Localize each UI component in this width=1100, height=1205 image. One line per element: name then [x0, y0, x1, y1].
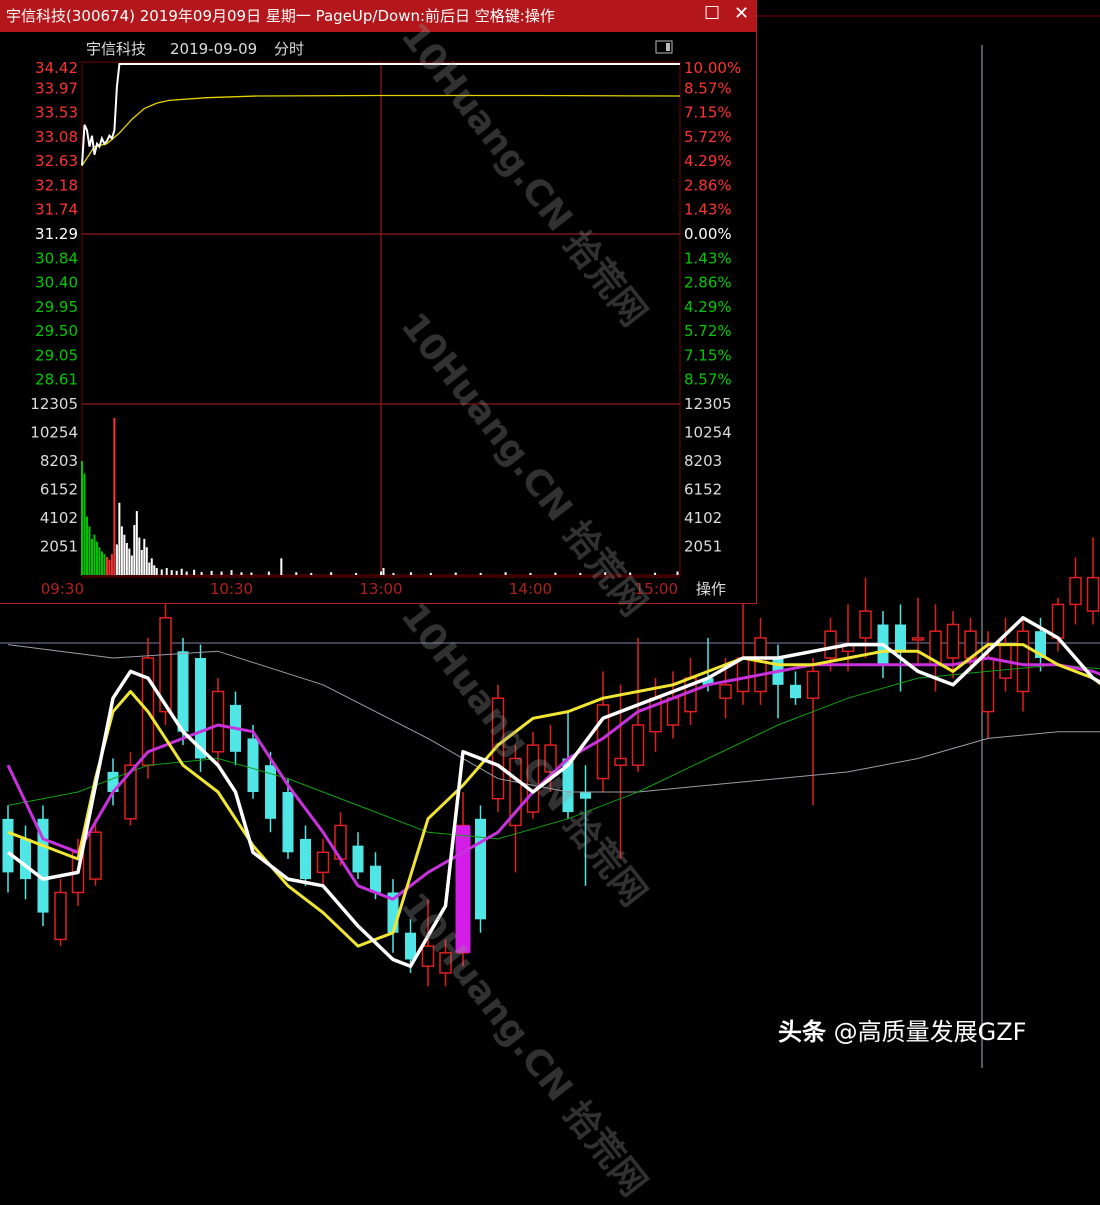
volume-tick-label-right: 2051: [684, 538, 722, 556]
candle-body: [859, 610, 872, 639]
percent-tick-label: 1.43%: [684, 201, 732, 219]
candle-body: [580, 792, 591, 799]
candle-body: [439, 952, 452, 974]
price-tick-label: 32.18: [35, 176, 78, 194]
volume-tick-label: 12305: [30, 395, 78, 413]
percent-tick-label: 5.72%: [684, 322, 732, 340]
volume-tick-label: 6152: [40, 481, 78, 499]
candle-body: [89, 831, 102, 880]
candle-body: [790, 684, 801, 699]
price-tick-label: 31.29: [35, 225, 78, 243]
candle-body: [806, 670, 820, 699]
chart-date: 2019-09-09: [170, 40, 257, 58]
candle-body: [405, 932, 416, 960]
intraday-chart: 宇信科技 2019-09-09 分时 操作 34.42 33.97 33.53 33.…: [30, 40, 741, 598]
candle-body: [1016, 630, 1030, 693]
price-tick-label: 32.63: [35, 152, 78, 170]
intraday-popup-window[interactable]: 宇信科技(300674) 2019年09月09日 星期一 PageUp/Down…: [0, 0, 757, 604]
candle-body: [911, 637, 925, 641]
candle-body: [981, 657, 995, 713]
price-tick-label: 29.95: [35, 298, 78, 316]
candle-body: [2, 818, 14, 873]
candle-body: [54, 891, 67, 941]
candle-body: [20, 838, 31, 880]
highlight-candle-body: [455, 825, 471, 953]
candle-body: [1069, 576, 1082, 606]
candle-body: [211, 690, 225, 753]
volume-tick-label-right: 10254: [684, 424, 732, 442]
time-tick-label: 10:30: [210, 580, 253, 598]
percent-tick-label: 2.86%: [684, 274, 732, 292]
time-tick-label: 13:00: [359, 580, 402, 598]
operate-label[interactable]: 操作: [696, 580, 726, 598]
candle-body: [370, 865, 381, 893]
window-title: 宇信科技(300674) 2019年09月09日 星期一 PageUp/Down…: [6, 7, 555, 25]
panel-toggle-icon[interactable]: [655, 40, 673, 54]
percent-tick-label: 7.15%: [684, 104, 732, 122]
candle-body: [736, 657, 750, 693]
candle-body: [316, 851, 330, 874]
volume-tick-label: 8203: [40, 452, 78, 470]
price-tick-label: 33.08: [35, 128, 78, 146]
time-tick-label: 14:00: [509, 580, 552, 598]
price-tick-label: 30.84: [35, 249, 78, 267]
window-title-bar[interactable]: 宇信科技(300674) 2019年09月09日 星期一 PageUp/Down…: [0, 0, 756, 32]
stock-name: 宇信科技: [86, 40, 146, 58]
time-tick-label: 09:30: [41, 580, 84, 598]
candle-body: [631, 724, 645, 766]
volume-tick-label-right: 8203: [684, 452, 722, 470]
percent-tick-label: 5.72%: [684, 128, 732, 146]
percent-tick-label: 4.29%: [684, 152, 732, 170]
percent-tick-label: 2.86%: [684, 176, 732, 194]
volume-tick-label-right: 4102: [684, 509, 722, 527]
price-tick-label: 34.42: [35, 59, 78, 77]
price-tick-label: 33.97: [35, 79, 78, 97]
candle-body: [475, 818, 486, 920]
volume-tick-label: 2051: [40, 538, 78, 556]
candle-body: [282, 792, 294, 853]
price-tick-label: 30.40: [35, 274, 78, 292]
credit-handle: @高质量发展GZF: [833, 1018, 1027, 1046]
price-tick-label: 31.74: [35, 201, 78, 219]
percent-tick-label: 7.15%: [684, 346, 732, 364]
candle-body: [666, 697, 680, 726]
price-tick-label: 28.61: [35, 371, 78, 389]
percent-tick-label: 4.29%: [684, 298, 732, 316]
candle-body: [719, 684, 732, 699]
candle-body: [614, 757, 627, 766]
candle-body: [544, 744, 557, 773]
candle-body: [247, 738, 259, 792]
volume-tick-label-right: 12305: [684, 395, 732, 413]
price-tick-label: 29.50: [35, 322, 78, 340]
candle-body: [421, 945, 435, 967]
candle-body: [824, 630, 837, 659]
percent-tick-label: 0.00%: [684, 225, 732, 243]
volume-tick-label-right: 6152: [684, 481, 722, 499]
candle-body: [946, 623, 960, 659]
percent-tick-label: 10.00%: [684, 59, 741, 77]
candle-body: [1086, 576, 1100, 612]
credit-watermark: 头条 @高质量发展GZF: [778, 1012, 1026, 1047]
chart-period: 分时: [274, 40, 304, 58]
candle-body: [895, 624, 906, 652]
percent-tick-label: 8.57%: [684, 371, 732, 389]
price-tick-label: 33.53: [35, 104, 78, 122]
volume-tick-label: 4102: [40, 509, 78, 527]
price-tick-label: 29.05: [35, 346, 78, 364]
time-tick-label: 15:00: [635, 580, 678, 598]
candle-body: [300, 838, 311, 880]
candle-body: [1051, 603, 1065, 639]
candle-body: [526, 744, 540, 813]
close-icon[interactable]: ✕: [734, 4, 749, 24]
candle-body: [177, 651, 189, 732]
credit-brand: 头条: [778, 1018, 826, 1046]
candle-body: [754, 637, 767, 693]
percent-tick-label: 1.43%: [684, 249, 732, 267]
volume-tick-label: 10254: [30, 424, 78, 442]
candle-body: [352, 845, 364, 873]
percent-tick-label: 8.57%: [684, 79, 732, 97]
restore-icon[interactable]: ☐: [704, 4, 720, 24]
